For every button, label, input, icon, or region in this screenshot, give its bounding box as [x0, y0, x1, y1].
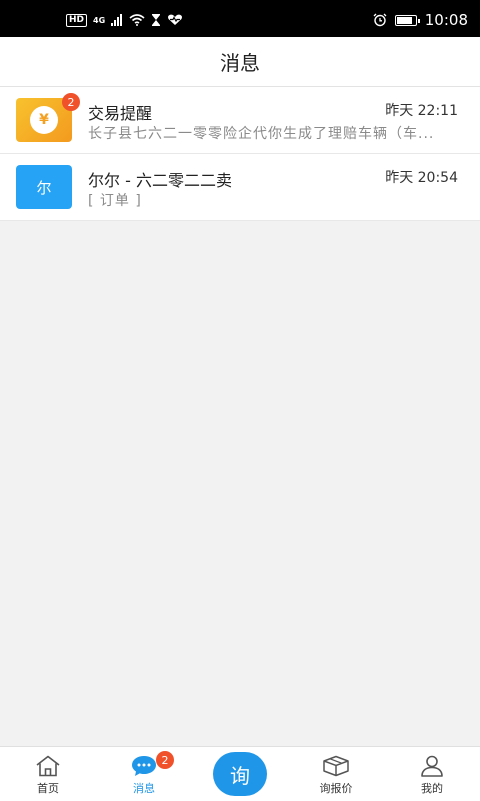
unread-badge: 2 — [62, 93, 80, 111]
message-list: ¥ 2 交易提醒 昨天 22:11 长子县七六二一零零险企代你生成了理赔车辆（车… — [0, 87, 480, 221]
alarm-icon — [373, 13, 387, 27]
user-icon — [421, 755, 443, 777]
message-row-contact[interactable]: 尔 尔尔 - 六二零二二卖 昨天 20:54 [ 订单 ] — [0, 154, 480, 221]
messages-unread-badge: 2 — [156, 751, 174, 769]
clock: 10:08 — [424, 11, 468, 29]
tab-messages[interactable]: 2 消息 — [104, 747, 184, 801]
box-icon — [323, 755, 349, 777]
tab-home[interactable]: 首页 — [8, 747, 88, 801]
heart-health-icon — [168, 14, 183, 25]
yen-icon: ¥ — [30, 106, 58, 134]
home-icon — [36, 755, 60, 777]
message-row-trade-reminder[interactable]: ¥ 2 交易提醒 昨天 22:11 长子县七六二一零零险企代你生成了理赔车辆（车… — [0, 87, 480, 154]
wifi-icon — [129, 14, 145, 26]
page-header: 消息 — [0, 37, 480, 87]
battery-icon — [394, 14, 420, 26]
tab-mine-label: 我的 — [421, 782, 443, 795]
page-title: 消息 — [220, 51, 260, 75]
conversation-name: 交易提醒 — [88, 104, 153, 123]
tab-quote[interactable]: 询报价 — [296, 747, 376, 801]
tab-messages-label: 消息 — [133, 782, 155, 795]
bottom-tab-bar: 首页 2 消息 询 询报价 我的 — [0, 746, 480, 801]
avatar-text: 尔 — [36, 178, 52, 197]
tab-home-label: 首页 — [37, 782, 59, 795]
message-time: 昨天 22:11 — [385, 103, 458, 119]
signal-icon — [111, 14, 123, 26]
conversation-name: 尔尔 - 六二零二二卖 — [88, 171, 232, 190]
message-preview: 长子县七六二一零零险企代你生成了理赔车辆（车... — [88, 126, 435, 142]
message-preview: [ 订单 ] — [88, 193, 142, 209]
chat-bubble-icon — [132, 756, 156, 776]
status-bar: HD 4G 10:08 — [0, 0, 480, 37]
hd-indicator: HD — [66, 13, 88, 27]
status-right-icons: 10:08 — [373, 11, 468, 29]
network-type: 4G — [93, 15, 106, 25]
contact-avatar: 尔 — [16, 165, 72, 209]
message-time: 昨天 20:54 — [385, 170, 458, 186]
tab-mine[interactable]: 我的 — [392, 747, 472, 801]
hourglass-icon — [152, 14, 161, 26]
ask-button[interactable]: 询 — [213, 752, 267, 796]
status-left-icons: HD 4G — [66, 12, 183, 28]
tab-quote-label: 询报价 — [319, 782, 353, 795]
